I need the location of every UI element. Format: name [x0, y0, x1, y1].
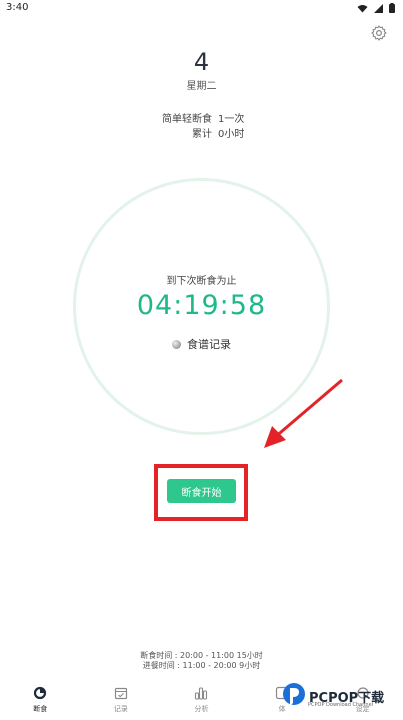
plan-name: 简单轻断食: [162, 114, 212, 125]
plan-summary: 简单轻断食 1一次 累计 0小时: [150, 112, 244, 142]
tab-analysis-label: 分析: [194, 705, 209, 713]
status-bar: 3:40: [0, 0, 403, 18]
start-fasting-button[interactable]: 断食开始: [167, 479, 236, 503]
countdown-label: 到下次断食为止: [166, 276, 237, 287]
bar-chart-icon: [195, 687, 208, 700]
day-number: 4: [193, 48, 210, 76]
signal-icon: [374, 3, 383, 13]
gear-icon[interactable]: [370, 24, 388, 42]
fasting-icon: [34, 686, 47, 700]
recipe-icon: [172, 339, 181, 349]
schedule-info: 断食时间 : 20:00 - 11:00 15小时 进餐时间 : 11:00 -…: [0, 651, 403, 671]
red-arrow-annotation: [264, 378, 343, 448]
watermark: PCPOP下载 PCPOP Download Channel: [282, 682, 384, 710]
recipe-label: 食谱记录: [187, 338, 231, 351]
status-icons: [357, 3, 395, 13]
calendar-icon: [114, 687, 127, 700]
recipe-record-link[interactable]: 食谱记录: [172, 336, 231, 352]
total-value: 0小时: [218, 129, 245, 140]
watermark-sub: PCPOP Download Channel: [308, 702, 374, 708]
tab-fasting-label: 断食: [33, 705, 48, 713]
status-time: 3:40: [6, 2, 29, 13]
tab-fasting[interactable]: 断食: [0, 680, 81, 720]
tab-record[interactable]: 记录: [81, 680, 162, 720]
weekday-label: 星期二: [186, 81, 217, 92]
tab-record-label: 记录: [113, 705, 128, 713]
eating-time: 进餐时间 : 11:00 - 20:00 9小时: [142, 661, 261, 670]
countdown-timer: 04:19:58: [136, 290, 267, 321]
pcpop-logo-icon: [283, 683, 305, 706]
tab-analysis[interactable]: 分析: [161, 680, 242, 720]
total-label: 累计: [192, 129, 212, 140]
fasting-time: 断食时间 : 20:00 - 11:00 15小时: [140, 651, 263, 660]
plan-frequency: 1一次: [218, 114, 245, 125]
wifi-icon: [357, 4, 368, 12]
battery-icon: [389, 3, 395, 13]
